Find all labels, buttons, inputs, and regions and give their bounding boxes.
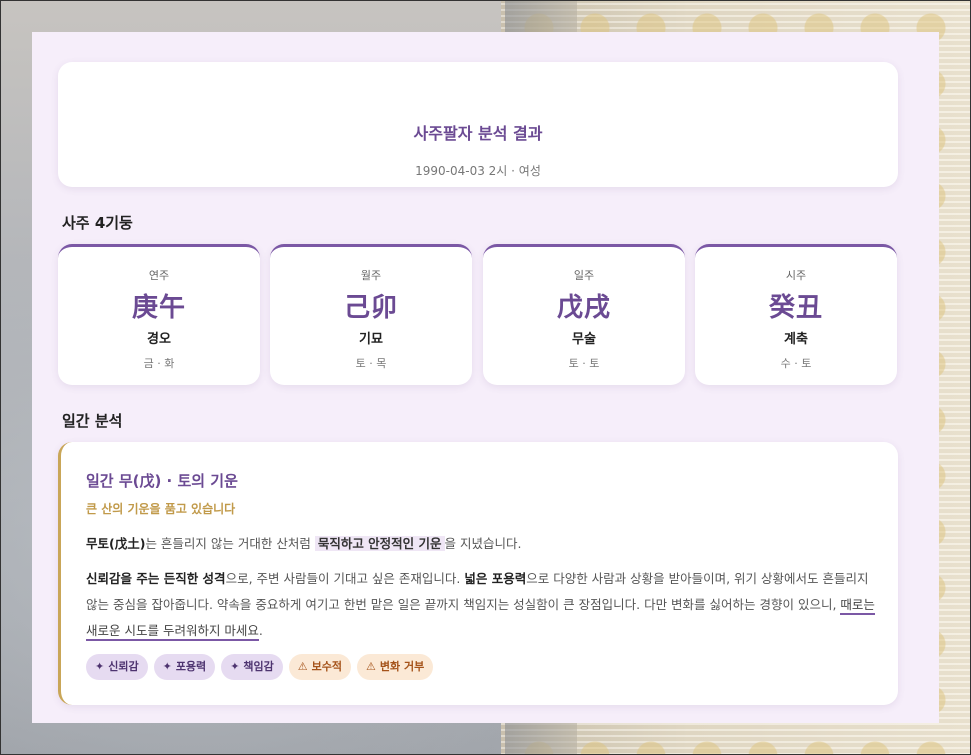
pillar-label: 연주 (148, 269, 170, 282)
pillar-hanja: 己卯 (343, 293, 398, 323)
analysis-paragraph-1: 무토(戊土)는 흔들리지 않는 거대한 산처럼 묵직하고 안정적인 기운 을 지녔… (86, 534, 876, 554)
pillar-elements: 금 · 화 (143, 357, 175, 370)
tag-change-refusal: ⚠ 변화 거부 (357, 654, 434, 680)
pillar-year: 연주 庚午 경오 금 · 화 (58, 244, 260, 385)
emphasis-text: 넓은 포용력 (464, 571, 527, 586)
pillar-hanja: 庚午 (131, 293, 186, 323)
body-text: . (258, 623, 263, 638)
emphasis-text: 무토(戊土) (86, 536, 146, 551)
pillar-hanja: 癸丑 (768, 293, 823, 323)
tag-responsibility: ✦ 책임감 (221, 654, 283, 680)
tag-label: 포용력 (175, 660, 207, 673)
warning-icon: ⚠ (366, 660, 376, 673)
body-text: 을 지녔습니다. (444, 536, 522, 551)
pillars-section-title: 사주 4기둥 (62, 214, 133, 232)
tag-label: 책임감 (243, 660, 274, 673)
header-card: 사주팔자 분석 결과 1990-04-03 2시 · 여성 (58, 62, 898, 187)
pillar-elements: 수 · 토 (780, 357, 812, 370)
pillar-day: 일주 戊戌 무술 토 · 토 (483, 244, 685, 385)
pillar-label: 월주 (360, 269, 382, 282)
warning-icon: ⚠ (297, 660, 308, 673)
tag-label: 보수적 (311, 660, 343, 673)
highlight-text: 묵직하고 안정적인 기운 (314, 536, 445, 551)
page-title: 사주팔자 분석 결과 (413, 124, 543, 143)
tag-tolerance: ✦ 포용력 (153, 654, 216, 680)
tag-conservative: ⚠ 보수적 (288, 654, 352, 680)
tag-label: 신뢰감 (108, 660, 139, 673)
birth-info: 1990-04-03 2시 · 여성 (415, 164, 541, 178)
sparkle-icon: ✦ (162, 660, 172, 673)
pillar-hangul: 무술 (572, 332, 596, 347)
result-panel: 사주팔자 분석 결과 1990-04-03 2시 · 여성 사주 4기둥 연주 … (32, 32, 939, 723)
sparkle-icon: ✦ (230, 660, 240, 673)
emphasis-text: 신뢰감을 주는 든직한 성격 (86, 571, 226, 586)
pillar-hour: 시주 癸丑 계축 수 · 토 (695, 244, 897, 385)
pillar-hangul: 경오 (147, 332, 171, 347)
analysis-title: 일간 무(戊) · 토의 기운 (86, 472, 238, 490)
pillars-row: 연주 庚午 경오 금 · 화 월주 己卯 기묘 토 · 목 일주 戊戌 무술 토… (58, 244, 898, 386)
pillar-month: 월주 己卯 기묘 토 · 목 (270, 244, 472, 385)
sparkle-icon: ✦ (95, 660, 105, 673)
pillar-label: 일주 (573, 269, 595, 282)
pillar-hangul: 계축 (784, 332, 808, 347)
analysis-section-title: 일간 분석 (62, 412, 123, 430)
pillar-hangul: 기묘 (359, 332, 383, 347)
body-text: 는 흔들리지 않는 거대한 산처럼 (145, 536, 315, 551)
pillar-label: 시주 (785, 269, 807, 282)
body-text: 으로, 주변 사람들이 기대고 싶은 존재입니다. (225, 571, 465, 586)
tag-label: 변화 거부 (379, 660, 425, 673)
analysis-paragraph-2: 신뢰감을 주는 든직한 성격으로, 주변 사람들이 기대고 싶은 존재입니다. … (86, 566, 876, 644)
analysis-card: 일간 무(戊) · 토의 기운 큰 산의 기운을 품고 있습니다 무토(戊土)는… (58, 442, 898, 705)
pillar-elements: 토 · 목 (355, 357, 387, 370)
analysis-subtitle: 큰 산의 기운을 품고 있습니다 (86, 502, 236, 516)
pillar-elements: 토 · 토 (568, 357, 600, 370)
pillar-hanja: 戊戌 (556, 293, 611, 323)
trait-tags: ✦ 신뢰감 ✦ 포용력 ✦ 책임감 ⚠ 보수적 ⚠ 변화 거부 (86, 654, 434, 680)
tag-trust: ✦ 신뢰감 (86, 654, 148, 680)
